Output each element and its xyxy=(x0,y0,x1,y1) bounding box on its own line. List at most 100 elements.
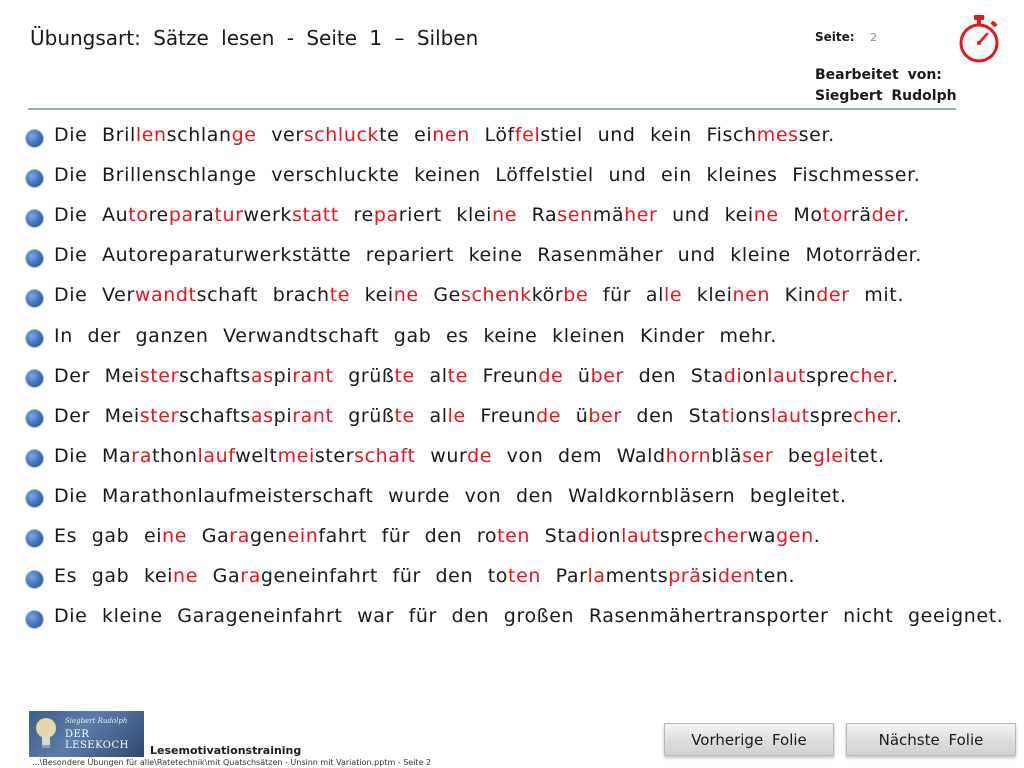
highlighted-syllable: ne xyxy=(162,524,188,547)
highlighted-syllable: le xyxy=(447,404,466,427)
highlighted-syllable: te xyxy=(394,404,415,427)
sentence-segment: gen xyxy=(249,524,288,547)
sentence-segment: Ra xyxy=(517,204,558,227)
sentence-segment: Die Au xyxy=(54,204,129,227)
round-bullet-icon xyxy=(26,289,43,307)
sentence-segment: grüß xyxy=(333,364,395,387)
sentence-segment: werk xyxy=(243,204,292,227)
sentence-segment: Die Brillenschlange verschluckte keinen … xyxy=(54,164,921,187)
highlighted-syllable: ra xyxy=(240,565,261,588)
highlighted-syllable: ne xyxy=(173,565,198,588)
sentence-segment: ra xyxy=(193,204,215,227)
sentence-segment: In der ganzen Verwandtschaft gab es kein… xyxy=(54,324,777,347)
highlighted-syllable: cher xyxy=(853,404,896,427)
highlighted-syllable: nen xyxy=(732,284,771,307)
next-slide-button[interactable]: Nächste Folie xyxy=(846,723,1016,756)
sentence-segment: be xyxy=(773,444,813,467)
sentence-row: Der Meisterschaftsaspirant grüßte alle F… xyxy=(26,396,1016,436)
highlighted-syllable: den xyxy=(717,565,756,588)
sentence-segment: re xyxy=(338,204,374,227)
highlighted-syllable: ster xyxy=(139,404,179,427)
highlighted-syllable: be xyxy=(563,284,589,307)
highlighted-syllable: ser xyxy=(742,444,774,467)
sentence-segment: on xyxy=(742,364,768,387)
highlighted-syllable: ten xyxy=(508,565,542,588)
sentence-row: Die Brillenschlange verschluckte einen L… xyxy=(26,115,1016,155)
highlighted-syllable: der xyxy=(871,204,904,227)
editor-name: Siegbert Rudolph xyxy=(815,88,957,104)
sentence-segment: Freun xyxy=(467,364,539,387)
round-bullet-icon xyxy=(26,570,43,588)
round-bullet-icon xyxy=(26,410,43,428)
sentence-segment: tet. xyxy=(849,444,885,467)
highlighted-syllable: de xyxy=(467,444,493,467)
highlighted-syllable: di xyxy=(577,524,597,547)
sentence-text: Die Brillenschlange verschluckte einen L… xyxy=(54,124,835,146)
logo: Siegbert Rudolph DER LESEKOCH xyxy=(29,711,144,757)
round-bullet-icon xyxy=(26,129,43,147)
sentence-segment: klei xyxy=(682,284,733,307)
highlighted-syllable: laut xyxy=(621,524,660,547)
highlighted-syllable: cher xyxy=(849,364,893,387)
sentence-segment: al xyxy=(414,404,448,427)
highlighted-syllable: ne xyxy=(393,284,419,307)
sentence-segment: rä xyxy=(850,204,872,227)
page-title: Übungsart: Sätze lesen - Seite 1 – Silbe… xyxy=(30,26,479,50)
highlighted-syllable: fel xyxy=(514,124,541,147)
sentence-segment: . xyxy=(895,404,903,427)
sentence-segment: Mo xyxy=(778,204,823,227)
stopwatch-icon[interactable] xyxy=(956,14,1002,64)
round-bullet-icon xyxy=(26,490,43,508)
lightbulb-icon xyxy=(36,718,56,748)
sentence-segment: welt xyxy=(235,444,278,467)
sentence-segment: ments xyxy=(605,565,669,588)
highlighted-syllable: laut xyxy=(770,404,810,427)
sentence-segment: fahrt für den ro xyxy=(318,524,498,547)
sentence-segment: von dem Wald xyxy=(492,444,666,467)
highlighted-syllable: sen xyxy=(557,204,593,227)
logo-brand: DER LESEKOCH xyxy=(65,729,129,751)
round-bullet-icon xyxy=(26,249,43,267)
sentence-text: Die Autoreparaturwerkstätte repariert ke… xyxy=(54,244,922,266)
round-bullet-icon xyxy=(26,450,43,468)
highlighted-syllable: as xyxy=(250,404,274,427)
logo-name: Siegbert Rudolph xyxy=(65,717,128,725)
slide: Übungsart: Sätze lesen - Seite 1 – Silbe… xyxy=(0,0,1024,768)
highlighted-syllable: pa xyxy=(168,204,194,227)
sentence-segment: ser. xyxy=(798,124,835,147)
sentence-text: Der Meisterschaftsaspirant grüßte alte F… xyxy=(54,365,899,387)
header-divider xyxy=(28,108,956,110)
sentence-text: Die Marathonlaufweltmeisterschaft wurde … xyxy=(54,445,885,467)
highlighted-syllable: ra xyxy=(131,444,152,467)
sentence-segment: on xyxy=(596,524,622,547)
sentence-segment: al xyxy=(414,364,448,387)
highlighted-syllable: tor xyxy=(822,204,851,227)
sentence-segment: spre xyxy=(806,364,850,387)
sentence-row: Es gab keine Garageneinfahrt für den tot… xyxy=(26,556,1016,596)
sentence-text: Die Marathonlaufmeisterschaft wurde von … xyxy=(54,485,847,507)
highlighted-syllable: schluck xyxy=(303,124,380,147)
previous-slide-button[interactable]: Vorherige Folie xyxy=(664,723,834,756)
sentence-segment: wa xyxy=(747,524,777,547)
sentence-segment: Freun xyxy=(465,404,537,427)
highlighted-syllable: te xyxy=(329,284,351,307)
highlighted-syllable: her xyxy=(624,204,658,227)
highlighted-syllable: pa xyxy=(373,204,399,227)
sentence-row: Die Verwandtschaft brachte keine Geschen… xyxy=(26,275,1016,315)
highlighted-syllable: laut xyxy=(767,364,807,387)
sentence-segment: schafts xyxy=(178,404,251,427)
highlighted-syllable: cher xyxy=(703,524,748,547)
sentence-segment: Der Mei xyxy=(54,404,140,427)
sentence-segment: für al xyxy=(588,284,664,307)
sentence-segment: Ge xyxy=(418,284,461,307)
sentence-segment: spre xyxy=(659,524,704,547)
round-bullet-icon xyxy=(26,330,43,348)
sentence-row: Die Marathonlaufweltmeisterschaft wurde … xyxy=(26,436,1016,476)
sentence-text: Es gab eine Garageneinfahrt für den rote… xyxy=(54,525,820,547)
sentence-segment: spre xyxy=(809,404,854,427)
highlighted-syllable: schenk xyxy=(460,284,532,307)
highlighted-syllable: le xyxy=(663,284,683,307)
highlighted-syllable: mei xyxy=(277,444,315,467)
sentence-segment: stiel und kein Fisch xyxy=(540,124,757,147)
page-label: Seite: xyxy=(815,30,855,44)
